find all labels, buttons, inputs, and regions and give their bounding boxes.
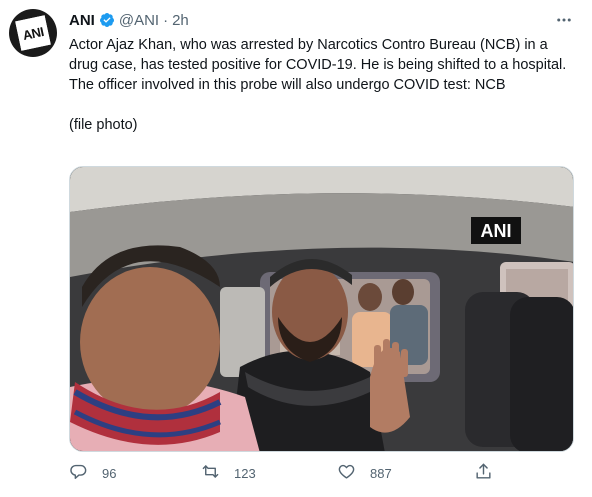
reply-icon xyxy=(69,462,88,484)
like-button[interactable]: 887 xyxy=(337,462,392,484)
tweet-actions: 96 123 887 xyxy=(69,458,574,488)
avatar[interactable]: ANI xyxy=(9,9,57,57)
ani-watermark: ANI xyxy=(481,221,512,241)
more-icon[interactable] xyxy=(553,10,575,30)
share-button[interactable] xyxy=(474,462,493,484)
tweet-text: Actor Ajaz Khan, who was arrested by Nar… xyxy=(69,37,567,133)
author-handle[interactable]: @ANI xyxy=(119,12,159,29)
tweet-photo[interactable]: ANI xyxy=(69,166,574,452)
author-name[interactable]: ANI xyxy=(69,12,95,29)
photo-illustration: ANI xyxy=(70,167,573,451)
tweet-header: ANI @ANI · 2h xyxy=(69,10,189,30)
retweet-icon xyxy=(201,462,220,484)
timestamp[interactable]: 2h xyxy=(172,12,189,29)
retweet-count: 123 xyxy=(234,465,256,481)
retweet-button[interactable]: 123 xyxy=(201,462,256,484)
like-icon xyxy=(337,462,356,484)
share-icon xyxy=(474,462,493,484)
reply-button[interactable]: 96 xyxy=(69,462,116,484)
ani-logo: ANI xyxy=(15,15,51,51)
like-count: 887 xyxy=(370,465,392,481)
reply-count: 96 xyxy=(102,465,117,481)
separator-dot: · xyxy=(163,11,169,29)
tweet[interactable]: ANI ANI @ANI · 2h Actor Ajaz Khan, who w… xyxy=(0,0,592,497)
verified-badge-icon xyxy=(99,12,115,28)
